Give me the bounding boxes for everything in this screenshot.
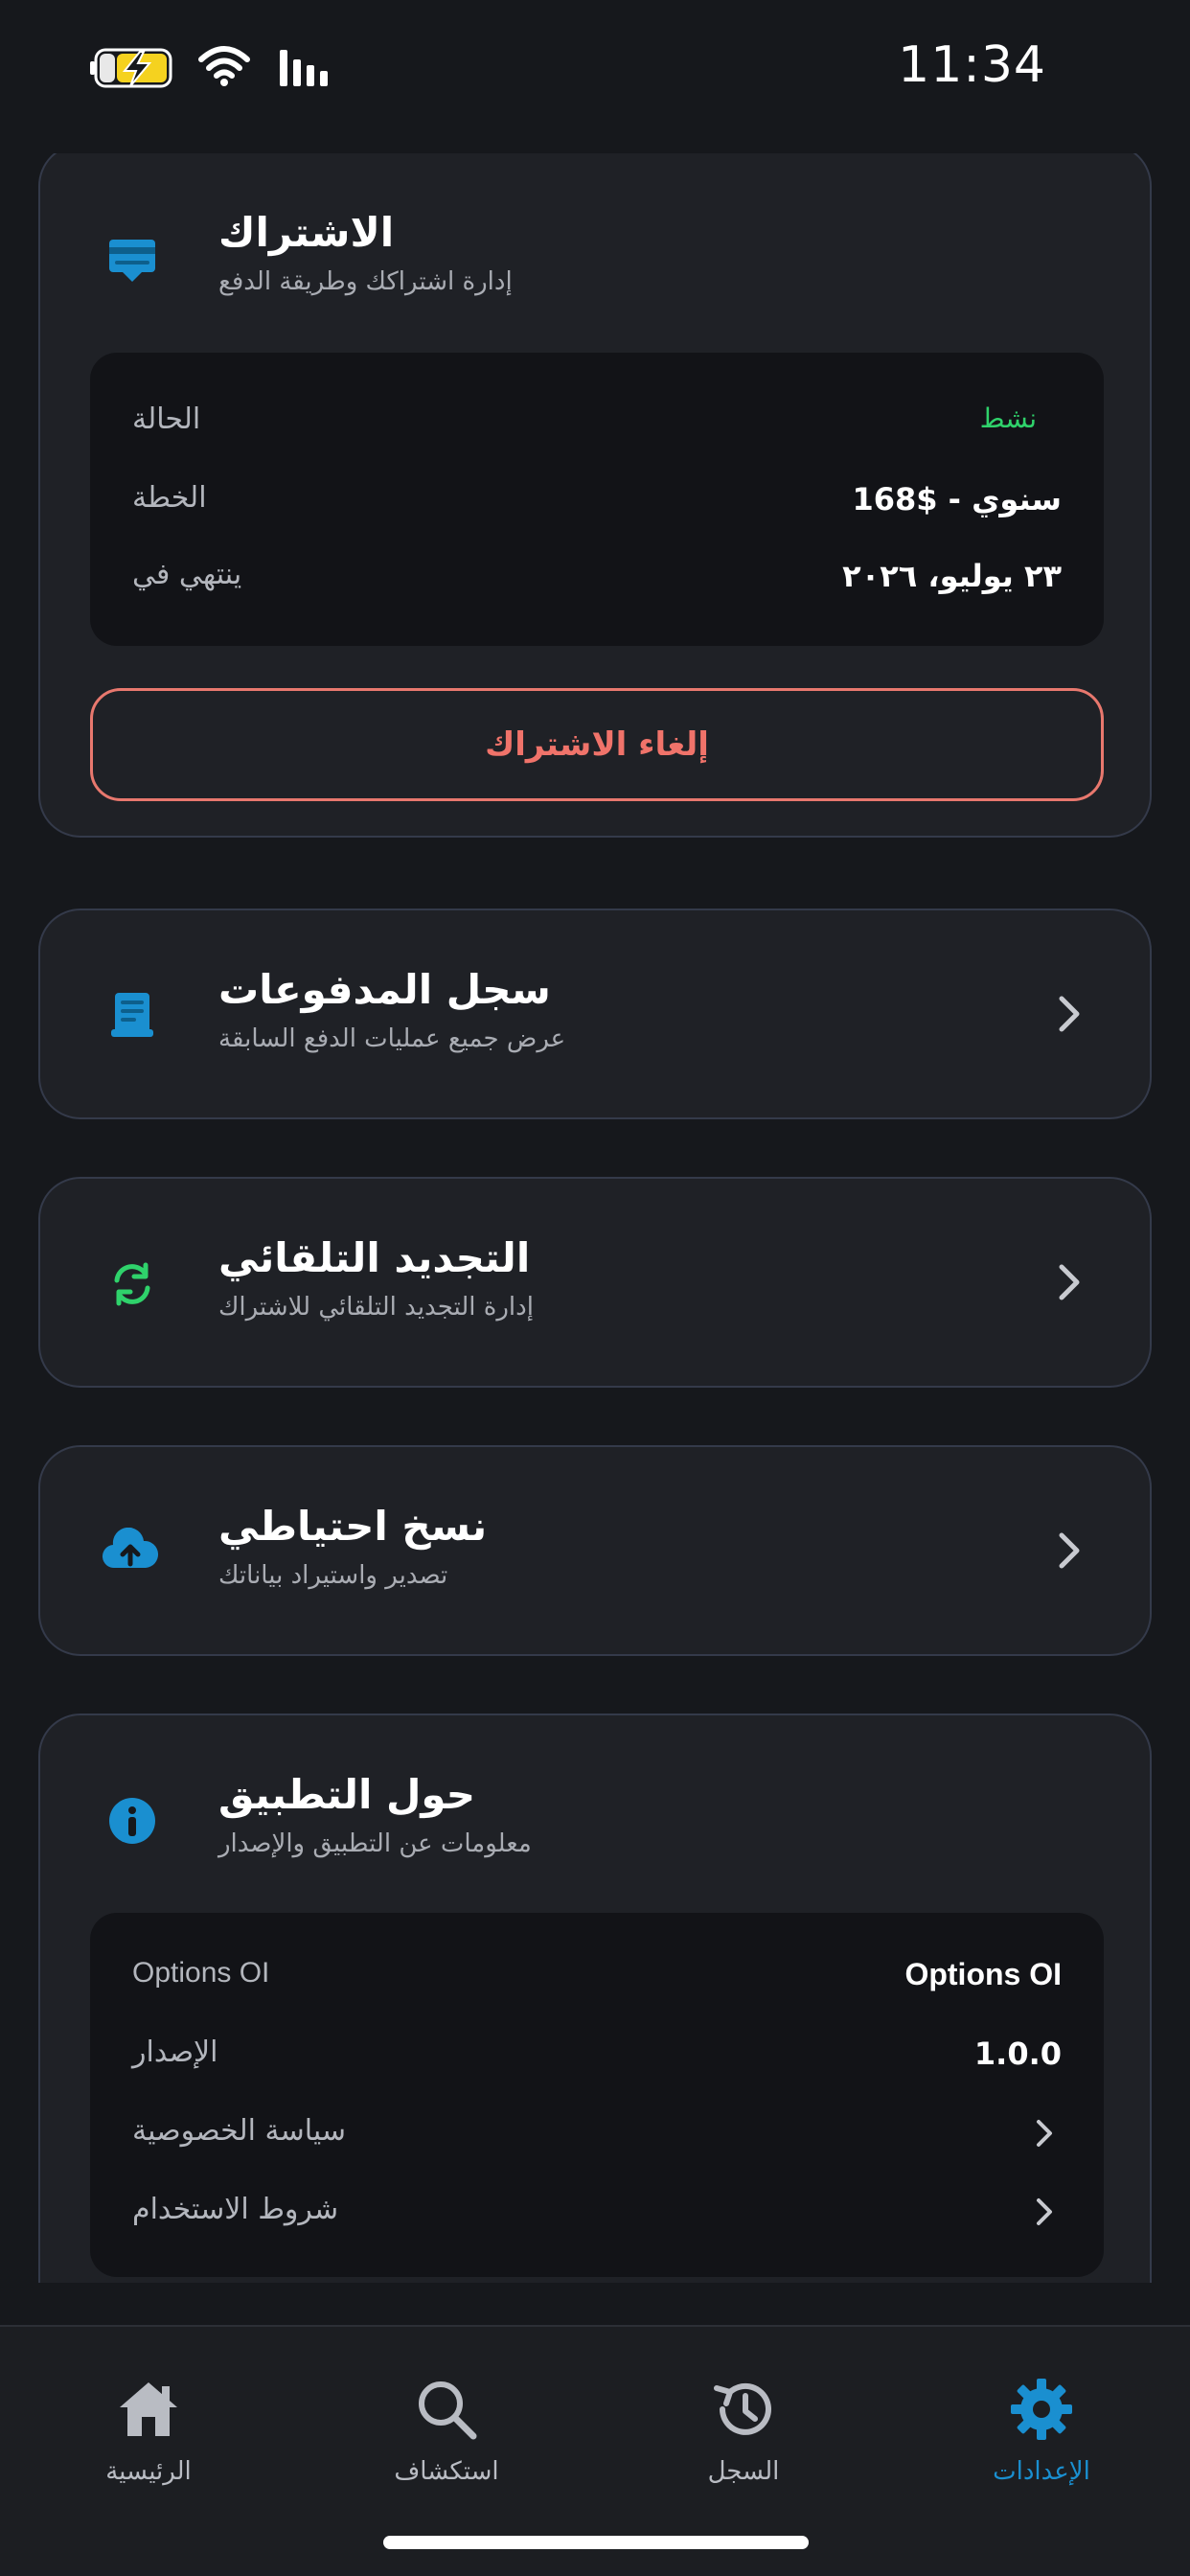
nav-home[interactable]: الرئيسية [43,2375,254,2509]
chevron-right-icon [1059,996,1080,1032]
expiry-value: ٢٣ يوليو، ٢٠٢٦ [842,558,1062,594]
about-card: حول التطبيق معلومات عن التطبيق والإصدار … [38,1714,1152,2283]
payment-history-title: سجل المدفوعات [218,966,551,1013]
nav-settings-label: الإعدادات [993,2457,1090,2486]
auto-renewal-header: التجديد التلقائي إدارة التجديد التلقائي … [218,1234,889,1322]
version-value: 1.0.0 [973,2036,1062,2072]
status-label: الحالة [132,402,201,436]
history-icon [714,2382,771,2435]
cloud-upload-icon [103,1528,159,1569]
privacy-policy-label[interactable]: سياسة الخصوصية [132,2114,346,2148]
auto-renewal-subtitle: إدارة التجديد التلقائي للاشتراك [218,1293,534,1322]
settings-content[interactable]: الاشتراك إدارة اشتراكك وطريقة الدفع الحا… [0,153,1190,2283]
app-name-row: Options OI Options OI [90,1957,1104,2014]
subscription-title: الاشتراك [218,209,395,256]
status-row: الحالة نشط [90,402,1104,460]
wifi-icon [198,46,250,86]
about-subtitle: معلومات عن التطبيق والإصدار [218,1829,532,1858]
home-indicator[interactable] [383,2536,809,2549]
nav-explore[interactable]: استكشاف [341,2375,552,2509]
signal-icon [280,50,328,86]
backup-subtitle: تصدير واستيراد بياناتك [218,1561,448,1590]
gear-icon [1011,2379,1072,2440]
plan-value: سنوي - $168 [852,481,1062,518]
cancel-subscription-button[interactable]: إلغاء الاشتراك [90,688,1104,801]
home-icon [120,2382,177,2436]
terms-of-use-row[interactable]: شروط الاستخدام [90,2193,1104,2250]
status-time: 11:34 [898,36,1046,94]
payment-history-card[interactable]: سجل المدفوعات عرض جميع عمليات الدفع السا… [38,908,1152,1119]
search-icon [419,2381,477,2440]
payment-history-subtitle: عرض جميع عمليات الدفع السابقة [218,1024,566,1053]
auto-renewal-title: التجديد التلقائي [218,1234,531,1281]
plan-row: الخطة سنوي - $168 [90,481,1104,539]
refresh-icon [114,1262,150,1306]
subscription-subtitle: إدارة اشتراكك وطريقة الدفع [218,267,513,296]
app-name-label: Options OI [132,1957,270,1989]
payment-history-header: سجل المدفوعات عرض جميع عمليات الدفع السا… [218,966,889,1053]
nav-home-label: الرئيسية [105,2457,192,2486]
app-name-value: Options OI [904,1957,1062,1991]
terms-of-use-label[interactable]: شروط الاستخدام [132,2193,338,2226]
about-title: حول التطبيق [218,1771,476,1818]
credit-card-icon [109,240,155,282]
settings-screen: 11:34 الاشتراك إدارة اشتراكك وطريقة الدف… [0,0,1190,2576]
chevron-right-icon [1037,2198,1052,2225]
plan-label: الخطة [132,481,207,515]
privacy-policy-row[interactable]: سياسة الخصوصية [90,2114,1104,2172]
chevron-right-icon [1059,1532,1080,1569]
subscription-card: الاشتراك إدارة اشتراكك وطريقة الدفع الحا… [38,153,1152,838]
version-row: الإصدار 1.0.0 [90,2036,1104,2093]
about-header: حول التطبيق معلومات عن التطبيق والإصدار [218,1771,889,1858]
nav-settings[interactable]: الإعدادات [936,2375,1147,2509]
battery-charging-icon [90,48,172,88]
backup-header: نسخ احتياطي تصدير واستيراد بياناتك [218,1503,889,1590]
expiry-row: ينتهي في ٢٣ يوليو، ٢٠٢٦ [90,558,1104,615]
status-value: نشط [979,402,1037,434]
status-bar: 11:34 [0,0,1190,144]
version-label: الإصدار [132,2036,218,2069]
nav-explore-label: استكشاف [394,2457,499,2486]
nav-history-label: السجل [707,2457,780,2486]
expiry-label: ينتهي في [132,558,242,591]
backup-title: نسخ احتياطي [218,1503,488,1550]
info-icon [109,1798,155,1844]
subscription-details: الحالة نشط الخطة سنوي - $168 ينتهي في ٢٣… [90,353,1104,646]
chevron-right-icon [1059,1264,1080,1300]
about-details: Options OI Options OI الإصدار 1.0.0 سياس… [90,1913,1104,2277]
receipt-icon [111,993,153,1037]
backup-card[interactable]: نسخ احتياطي تصدير واستيراد بياناتك [38,1445,1152,1656]
nav-history[interactable]: السجل [638,2375,849,2509]
chevron-right-icon [1037,2120,1052,2147]
subscription-header: الاشتراك إدارة اشتراكك وطريقة الدفع [218,209,889,296]
auto-renewal-card[interactable]: التجديد التلقائي إدارة التجديد التلقائي … [38,1177,1152,1388]
